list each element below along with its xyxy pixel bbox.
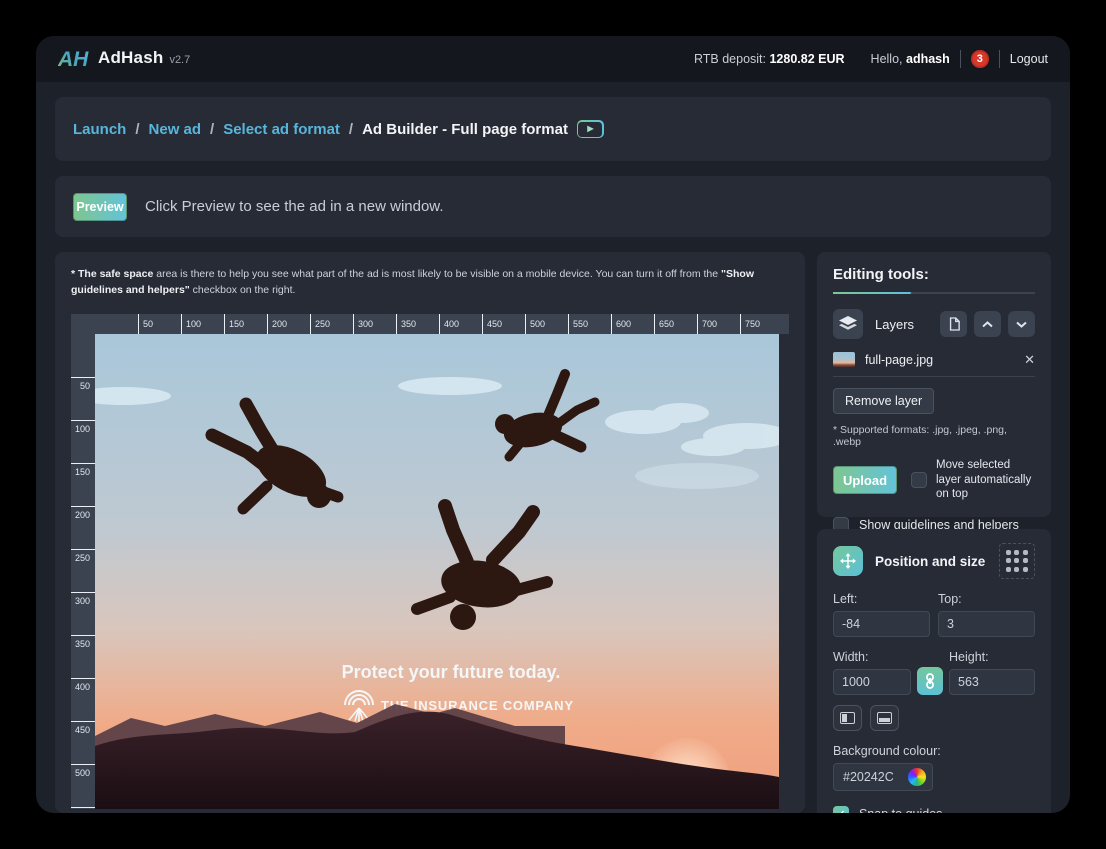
ad-layer-canvas[interactable]: Protect your future today. THE INSURANCE…: [95, 334, 779, 809]
height-label: Height:: [949, 650, 1035, 664]
position-size-button[interactable]: [833, 546, 863, 576]
duplicate-layer-button[interactable]: [940, 311, 967, 337]
breadcrumb-link-new-ad[interactable]: New ad: [149, 121, 202, 138]
move-top-checkbox[interactable]: [911, 472, 927, 488]
breadcrumb: Launch / New ad / Select ad format / Ad …: [55, 97, 1051, 161]
adhash-logo-icon: AH: [58, 48, 92, 70]
horizontal-ruler[interactable]: 5010015020025030035040045050055060065070…: [95, 314, 789, 334]
logout-link[interactable]: Logout: [1010, 52, 1048, 66]
position-size-panel: Position and size Left: Top:: [817, 529, 1051, 813]
editing-tools-title: Editing tools:: [833, 266, 1035, 283]
colour-picker-wheel-icon[interactable]: [908, 768, 926, 786]
breadcrumb-link-launch[interactable]: Launch: [73, 121, 126, 138]
accent-underline: [833, 292, 1035, 294]
layer-list-item[interactable]: full-page.jpg ✕: [833, 352, 1035, 377]
rtb-deposit-value: 1280.82 EUR: [769, 52, 844, 66]
app-logo: AH AdHash v2.7: [58, 48, 190, 70]
background-colour-input[interactable]: #20242C: [833, 763, 933, 791]
top-bar: AH AdHash v2.7 RTB deposit: 1280.82 EUR …: [36, 36, 1070, 82]
horizontal-split-icon: [877, 712, 892, 724]
supported-formats-note: * Supported formats: .jpg, .jpeg, .png, …: [833, 424, 1035, 448]
left-label: Left:: [833, 592, 930, 606]
remove-layer-button[interactable]: Remove layer: [833, 388, 934, 414]
app-name: AdHash: [98, 48, 163, 68]
rtb-deposit: RTB deposit: 1280.82 EUR: [694, 52, 845, 66]
top-label: Top:: [938, 592, 1035, 606]
remove-layer-x-icon[interactable]: ✕: [1024, 353, 1035, 366]
width-input[interactable]: [833, 669, 911, 695]
breadcrumb-current: Ad Builder - Full page format: [362, 121, 568, 138]
left-input[interactable]: [833, 611, 930, 637]
divider: [999, 50, 1000, 68]
preview-hint: Click Preview to see the ad in a new win…: [145, 198, 443, 215]
vertical-ruler[interactable]: 50100150200250300350400450500: [71, 334, 95, 809]
preview-button[interactable]: Preview: [73, 193, 127, 221]
layers-button[interactable]: [833, 309, 863, 339]
notification-badge[interactable]: 3: [971, 50, 989, 68]
breadcrumb-separator: /: [349, 121, 353, 138]
width-label: Width:: [833, 650, 911, 664]
background-colour-value: #20242C: [843, 770, 908, 784]
duplicate-icon: [948, 317, 960, 331]
ad-artwork: Protect your future today. THE INSURANCE…: [95, 334, 779, 809]
play-tutorial-button[interactable]: ▶: [577, 120, 604, 138]
ad-canvas-panel: * The safe space area is there to help y…: [55, 252, 805, 813]
layers-icon: [839, 316, 857, 332]
anchor-point-grid[interactable]: [999, 543, 1035, 579]
top-input[interactable]: [938, 611, 1035, 637]
breadcrumb-separator: /: [210, 121, 214, 138]
lock-aspect-ratio-button[interactable]: [917, 667, 943, 695]
move-layer-up-button[interactable]: [974, 311, 1001, 337]
chevron-down-icon: [1016, 321, 1027, 328]
divider: [960, 50, 961, 68]
background-colour-label: Background colour:: [833, 744, 1035, 758]
chevron-up-icon: [982, 321, 993, 328]
snap-to-guides-checkbox[interactable]: ✓: [833, 806, 849, 813]
breadcrumb-separator: /: [135, 121, 139, 138]
layer-thumbnail: [833, 352, 855, 367]
center-vertically-button[interactable]: [870, 705, 899, 731]
safe-space-note: * The safe space area is there to help y…: [71, 266, 789, 299]
upload-button[interactable]: Upload: [833, 466, 897, 494]
ruler-corner: [71, 314, 95, 334]
greeting: Hello, adhash: [871, 52, 950, 66]
layer-file-name: full-page.jpg: [865, 353, 1024, 367]
move-icon: [840, 553, 856, 569]
move-top-label: Move selected layer automatically on top: [936, 458, 1035, 502]
breadcrumb-link-select-ad-format[interactable]: Select ad format: [223, 121, 340, 138]
center-horizontally-button[interactable]: [833, 705, 862, 731]
move-layer-down-button[interactable]: [1008, 311, 1035, 337]
app-version: v2.7: [169, 54, 190, 66]
position-size-title: Position and size: [875, 554, 999, 569]
svg-text:AH: AH: [58, 48, 89, 70]
preview-bar: Preview Click Preview to see the ad in a…: [55, 176, 1051, 237]
layers-label: Layers: [875, 317, 933, 332]
play-icon: ▶: [578, 122, 602, 137]
editing-tools-panel: Editing tools: Layers: [817, 252, 1051, 517]
height-input[interactable]: [949, 669, 1035, 695]
ad-headline: Protect your future today.: [342, 662, 561, 682]
vertical-split-icon: [840, 712, 855, 724]
username: adhash: [906, 52, 950, 66]
snap-to-guides-label: Snap to guides: [859, 807, 942, 813]
link-icon: [924, 673, 936, 689]
app-window: AH AdHash v2.7 RTB deposit: 1280.82 EUR …: [36, 36, 1070, 813]
